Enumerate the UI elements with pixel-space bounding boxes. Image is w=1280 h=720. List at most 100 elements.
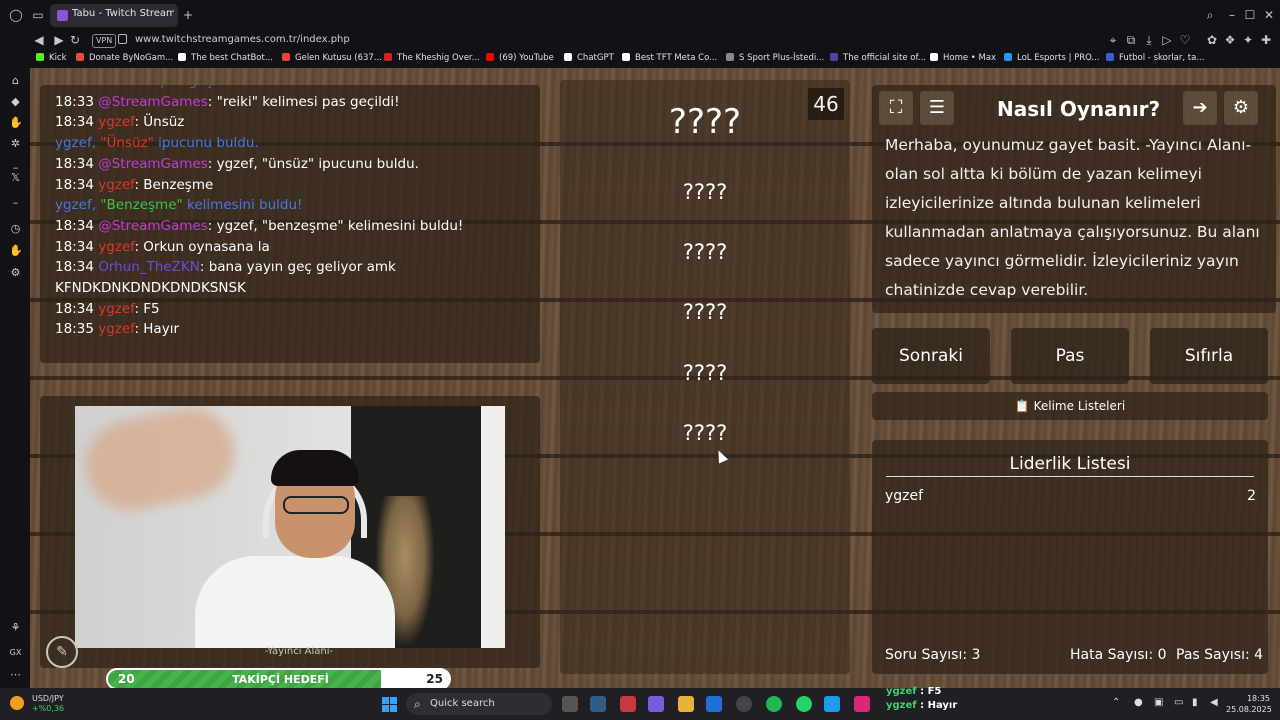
- mic-icon[interactable]: ●: [1134, 697, 1143, 708]
- back-icon[interactable]: ◀: [32, 33, 46, 47]
- chat-time: 18:34: [55, 217, 94, 234]
- search-tabs-icon[interactable]: ⌕: [1202, 7, 1218, 23]
- bookmark-item[interactable]: The best ChatBot...: [178, 53, 273, 63]
- chat-line: 18:35 ygzef: Hayır: [55, 321, 179, 337]
- home-icon[interactable]: ⌂: [9, 74, 22, 87]
- copilot-icon[interactable]: [648, 696, 664, 712]
- chat-line: ygzef, "Benzeşme" kelimesini buldu!: [55, 197, 302, 213]
- snapshot-icon[interactable]: ⧉: [1124, 33, 1138, 48]
- app-icon[interactable]: [590, 696, 606, 712]
- bookmark-item[interactable]: S Sport Plus-İstedi...: [726, 53, 824, 63]
- bookmark-item[interactable]: Gelen Kutusu (637...: [282, 53, 382, 63]
- folder-icon[interactable]: [678, 696, 694, 712]
- chat-panel: "reiki" kelimesi pas geçildi! 18:33 @Stre…: [40, 85, 540, 363]
- more-icon[interactable]: ⋯: [9, 668, 22, 681]
- clock-time: 18:35: [1246, 694, 1270, 703]
- x-icon[interactable]: 𝕏: [9, 171, 22, 184]
- bookmark-item[interactable]: ChatGPT: [564, 53, 614, 63]
- clock-date: 25.08.2025: [1226, 705, 1272, 714]
- gear-icon[interactable]: ⚙: [1224, 91, 1258, 125]
- bag-icon[interactable]: ✋: [9, 116, 23, 129]
- bookmark-item[interactable]: The official site of...: [830, 53, 926, 63]
- pin-icon[interactable]: ⌖: [1106, 33, 1120, 48]
- lock-icon[interactable]: [118, 34, 127, 44]
- start-icon[interactable]: [382, 697, 397, 712]
- chat-word: "Ünsüz": [100, 135, 154, 152]
- chevron-up-icon[interactable]: ⌃: [1112, 697, 1120, 708]
- forbidden-word: ????: [682, 361, 728, 385]
- task-view-icon[interactable]: [562, 696, 578, 712]
- chat-text: : ygzef, "benzeşme" kelimesini buldu!: [207, 217, 464, 234]
- app-icon[interactable]: [824, 696, 840, 712]
- bookmark-item[interactable]: The Kheshig Over...: [384, 53, 480, 63]
- logout-icon[interactable]: ➔: [1183, 91, 1217, 125]
- bookmark-item[interactable]: Kick: [36, 53, 67, 63]
- history-icon[interactable]: ◷: [9, 222, 22, 235]
- widget-fx[interactable]: USD/JPY +%0,36: [10, 694, 64, 714]
- tray-icon[interactable]: ▣: [1154, 697, 1163, 708]
- bookmark-icon: [282, 53, 290, 61]
- paw-icon[interactable]: ✋: [9, 244, 23, 257]
- bookmark-item[interactable]: Home • Max: [930, 53, 996, 63]
- clock[interactable]: 18:35 25.08.2025: [1226, 693, 1272, 715]
- network-icon[interactable]: ▭: [1174, 697, 1183, 708]
- bookmark-item[interactable]: Donate ByNoGam...: [76, 53, 173, 63]
- close-icon[interactable]: ✕: [1261, 7, 1277, 23]
- tab-tabu[interactable]: Tabu - Twitch Stream Games: [50, 4, 178, 27]
- pass-button[interactable]: Pas: [1011, 328, 1129, 384]
- bookmark-item[interactable]: LoL Esports | PRO...: [1004, 53, 1100, 63]
- bookmark-icon: [486, 53, 494, 61]
- chat-line: 18:34 ygzef: F5: [55, 301, 160, 317]
- search-icon: ⌕: [414, 697, 421, 711]
- download-icon[interactable]: ⤓: [1142, 33, 1156, 48]
- vpn-badge[interactable]: VPN: [92, 34, 117, 48]
- bookmark-item[interactable]: Futbol - skorlar, ta...: [1106, 53, 1204, 63]
- gx-icon[interactable]: GX: [9, 646, 22, 659]
- extension-icon[interactable]: ❖: [1223, 33, 1237, 47]
- word-lists-button[interactable]: 📋 Kelime Listeleri: [872, 392, 1268, 420]
- chat-user: @StreamGames: [98, 217, 208, 234]
- minimize-icon[interactable]: –: [1224, 7, 1240, 23]
- chat-text: : Benzeşme: [134, 176, 214, 193]
- document-icon[interactable]: ☰: [920, 91, 954, 125]
- reset-button[interactable]: Sıfırla: [1150, 328, 1268, 384]
- extension-icon[interactable]: ✦: [1241, 33, 1255, 47]
- extension-icon[interactable]: ✿: [1205, 33, 1219, 47]
- maximize-icon[interactable]: ☐: [1242, 7, 1258, 23]
- aria-icon[interactable]: ◆: [9, 95, 22, 108]
- workspace-icon[interactable]: ▭: [30, 7, 46, 23]
- chat-text: : F5: [134, 300, 160, 317]
- next-button[interactable]: Sonraki: [872, 328, 990, 384]
- url-input[interactable]: www.twitchstreamgames.com.tr/index.php: [135, 34, 350, 45]
- fullscreen-icon[interactable]: ⛶: [879, 91, 913, 125]
- spotify-icon[interactable]: [766, 696, 782, 712]
- bookmark-icon: [622, 53, 630, 61]
- bookmark-icon: [930, 53, 938, 61]
- whatsapp-icon[interactable]: [796, 696, 812, 712]
- forbidden-word: ????: [682, 180, 728, 204]
- bookmark-item[interactable]: Best TFT Meta Co...: [622, 53, 717, 63]
- forward-icon[interactable]: ▶: [52, 33, 66, 47]
- opera-icon[interactable]: [736, 696, 752, 712]
- new-tab-icon[interactable]: +: [180, 7, 196, 23]
- star-icon[interactable]: ✲: [9, 137, 22, 150]
- overlay-text: : F5: [916, 686, 942, 697]
- store-icon[interactable]: [620, 696, 636, 712]
- heart-icon[interactable]: ♡: [1178, 33, 1192, 47]
- outlook-icon[interactable]: [706, 696, 722, 712]
- chat-line: 18:34 Orhun_TheZKN: bana yayın geç geliy…: [55, 259, 396, 275]
- pen-icon[interactable]: ✎: [46, 636, 78, 668]
- address-bar: ◀ ▶ ↻ VPN www.twitchstreamgames.com.tr/i…: [0, 30, 1280, 52]
- leaf-icon[interactable]: ⚘: [9, 621, 22, 634]
- battery-icon[interactable]: ▮: [1192, 697, 1198, 708]
- settings-icon[interactable]: ⚙: [9, 266, 22, 279]
- opera-logo-icon[interactable]: ◯: [8, 7, 24, 23]
- bookmark-item[interactable]: (69) YouTube: [486, 53, 554, 63]
- instagram-icon[interactable]: [854, 696, 870, 712]
- puzzle-icon[interactable]: ✚: [1259, 33, 1273, 47]
- play-icon[interactable]: ▷: [1160, 33, 1174, 47]
- search-input[interactable]: ⌕ Quick search: [406, 693, 552, 715]
- chat-user: ygzef: [98, 321, 135, 338]
- reload-icon[interactable]: ↻: [68, 33, 82, 47]
- volume-icon[interactable]: ◀: [1210, 697, 1218, 708]
